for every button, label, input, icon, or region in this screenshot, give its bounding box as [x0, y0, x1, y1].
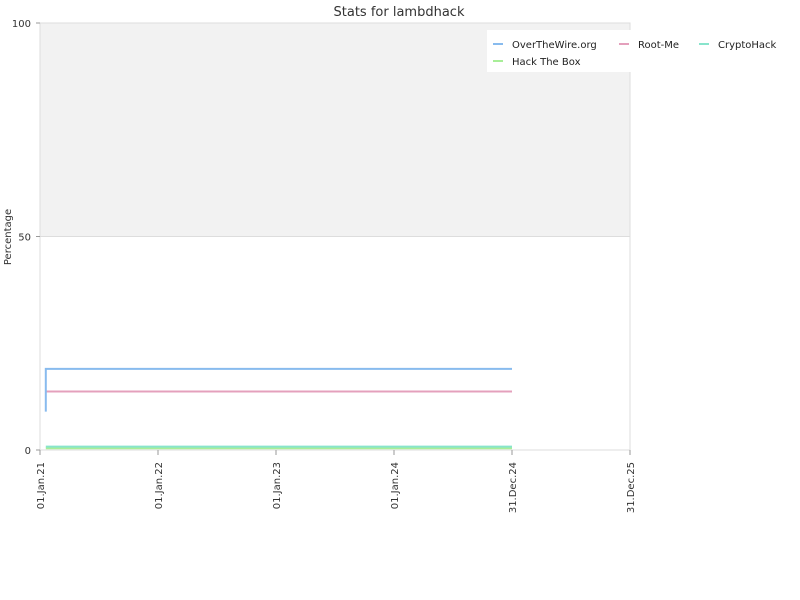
chart: 050100 01.Jan.21 01.Jan.22 01.Jan.23 01.Jan… [3, 5, 790, 513]
y-tick-label: 50 [18, 233, 31, 244]
x-axis-ticks: 01.Jan.21 01.Jan.22 01.Jan.23 01.Jan.24 31.D… [36, 450, 637, 513]
y-tick-label: 100 [12, 19, 31, 30]
x-tick-label: 01.Jan.21 [36, 462, 47, 509]
x-tick-label: 01.Jan.24 [390, 462, 401, 509]
x-tick-label: 01.Jan.23 [272, 462, 283, 509]
y-tick-label: 0 [25, 446, 31, 457]
x-tick-label: 31.Dec.25 [626, 462, 637, 513]
chart-title: Stats for lambdhack [334, 5, 465, 20]
x-tick-label: 31.Dec.24 [508, 462, 519, 513]
x-tick-label: 01.Jan.22 [154, 462, 165, 509]
legend-label: OverTheWire.org [512, 40, 597, 51]
legend-label: Root-Me [638, 40, 679, 51]
legend-label: CryptoHack [718, 40, 777, 51]
y-axis-ticks: 0 50 100 [12, 19, 40, 457]
y-axis-label: Percentage [3, 209, 14, 265]
legend-label: Hack The Box [512, 57, 581, 68]
